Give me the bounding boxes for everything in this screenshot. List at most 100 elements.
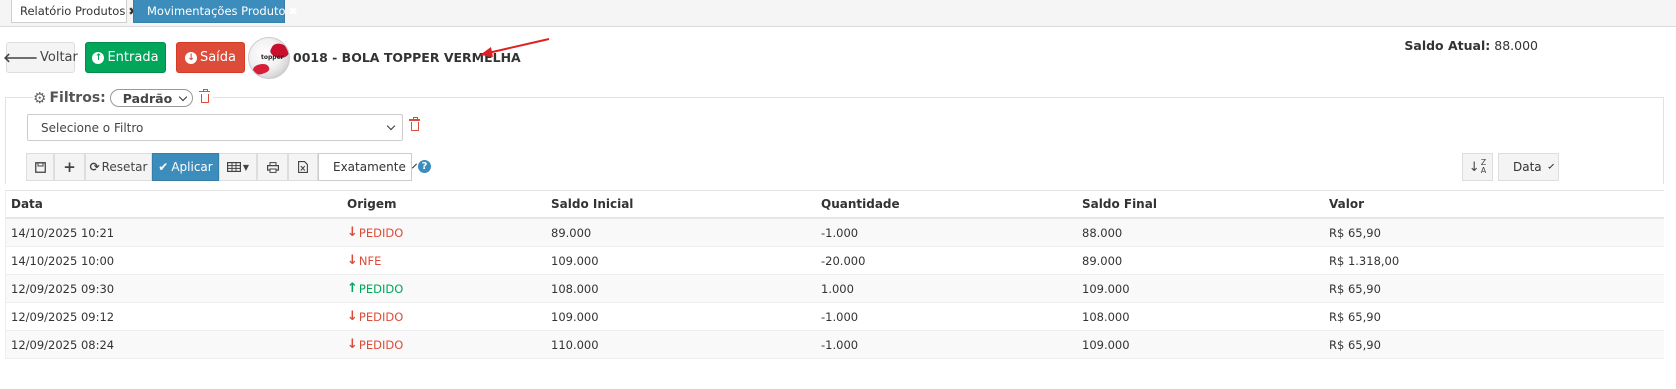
delete-preset-button[interactable] <box>199 88 211 103</box>
cell-origem[interactable]: ↓ NFE <box>347 247 381 274</box>
table-row[interactable]: 12/09/2025 09:30 ↑ PEDIDO 108.000 1.000 1… <box>6 275 1664 303</box>
entrada-button[interactable]: ↑ Entrada <box>85 42 166 73</box>
origem-label: NFE <box>358 253 382 268</box>
filter-title: Filtros: <box>49 90 106 106</box>
add-filter-button[interactable]: + <box>54 153 85 181</box>
saldo-value: 88.000 <box>1494 38 1538 53</box>
apply-button[interactable]: ✔ Aplicar <box>152 153 219 181</box>
print-icon <box>266 161 279 173</box>
annotation-arrow-icon <box>480 38 550 57</box>
cell-quantidade: 1.000 <box>821 281 854 296</box>
arrow-down-icon: ↓ <box>347 309 358 324</box>
cell-data: 14/10/2025 10:21 <box>11 225 115 240</box>
back-label: Voltar <box>40 50 78 65</box>
caret-down-icon: ▼ <box>242 162 250 172</box>
cell-origem[interactable]: ↑ PEDIDO <box>347 275 403 302</box>
refresh-icon: ⟳ <box>89 160 100 174</box>
table-row[interactable]: 14/10/2025 10:21 ↓ PEDIDO 89.000 -1.000 8… <box>6 219 1664 247</box>
match-mode-value: Exatamente <box>333 160 406 174</box>
filter-legend: ⚙ Filtros: Padrão <box>33 88 214 107</box>
table-header: Data Origem Saldo Inicial Quantidade Sal… <box>6 191 1664 219</box>
trash-icon <box>409 117 420 131</box>
column-header-saldo-inicial[interactable]: Saldo Inicial <box>551 191 633 217</box>
chevron-down-icon <box>386 121 396 131</box>
excel-file-icon <box>298 161 308 173</box>
cell-data: 14/10/2025 10:00 <box>11 253 115 268</box>
cell-quantidade: -1.000 <box>821 309 859 324</box>
tab-relatorio-produtos[interactable]: Relatório Produtos ✖ <box>11 0 138 23</box>
tab-bar: Relatório Produtos ✖ Movimentações Produ… <box>0 0 1676 27</box>
cell-saldo-final: 108.000 <box>1082 309 1130 324</box>
save-filter-button[interactable] <box>26 153 54 181</box>
arrow-down-icon: ↓ <box>347 253 358 268</box>
cell-valor: R$ 65,90 <box>1329 309 1381 324</box>
chevron-down-icon <box>1547 162 1554 169</box>
column-header-valor[interactable]: Valor <box>1329 191 1364 217</box>
arrow-down-circle-icon: ↓ <box>184 51 197 64</box>
sort-field-value: Data <box>1513 160 1542 174</box>
cell-data: 12/09/2025 09:30 <box>11 281 115 296</box>
reset-label: Resetar <box>101 160 148 174</box>
help-icon[interactable]: ? <box>418 160 431 173</box>
cell-origem[interactable]: ↓ PEDIDO <box>347 331 403 358</box>
cell-saldo-inicial: 109.000 <box>551 253 599 268</box>
origem-label: PEDIDO <box>358 309 404 324</box>
tab-movimentacoes-produto[interactable]: Movimentações Produto ✖ <box>133 0 298 23</box>
apply-label: Aplicar <box>171 160 213 174</box>
check-icon: ✔ <box>158 160 169 174</box>
origem-label: PEDIDO <box>358 225 404 240</box>
cell-origem[interactable]: ↓ PEDIDO <box>347 303 403 330</box>
cell-saldo-final: 109.000 <box>1082 337 1130 352</box>
filter-preset-value: Padrão <box>122 90 173 106</box>
cell-saldo-final: 89.000 <box>1082 253 1123 268</box>
tab-label: Relatório Produtos <box>20 4 126 18</box>
cell-valor: R$ 1.318,00 <box>1329 253 1400 268</box>
table-icon <box>226 162 241 172</box>
column-header-data[interactable]: Data <box>11 191 43 217</box>
origem-label: PEDIDO <box>358 281 404 296</box>
back-button[interactable]: 🡐 Voltar <box>3 42 78 73</box>
delete-filter-button[interactable] <box>409 117 420 131</box>
table-row[interactable]: 12/09/2025 09:12 ↓ PEDIDO 109.000 -1.000 … <box>6 303 1664 331</box>
arrow-down-icon: ↓ <box>347 337 358 352</box>
chevron-down-icon <box>178 92 188 101</box>
column-header-origem[interactable]: Origem <box>347 191 396 217</box>
match-mode-select[interactable]: Exatamente <box>318 153 417 181</box>
saida-button[interactable]: ↓ Saída <box>176 42 245 73</box>
cell-valor: R$ 65,90 <box>1329 281 1381 296</box>
cell-saldo-inicial: 89.000 <box>551 225 592 240</box>
cell-quantidade: -20.000 <box>821 253 866 268</box>
origem-label: PEDIDO <box>358 337 404 352</box>
trash-icon <box>199 88 211 103</box>
export-excel-button[interactable] <box>288 153 318 181</box>
arrow-left-icon: 🡐 <box>3 50 39 66</box>
plus-icon: + <box>63 158 76 176</box>
close-icon[interactable]: ✖ <box>289 5 298 18</box>
movements-table: Data Origem Saldo Inicial Quantidade Sal… <box>5 190 1664 359</box>
saida-label: Saída <box>199 50 237 65</box>
columns-button[interactable]: ▼ <box>219 153 257 181</box>
product-logo-text: topper <box>261 54 284 61</box>
sort-order-button[interactable]: ↓ ZA <box>1462 153 1493 181</box>
table-row[interactable]: 14/10/2025 10:00 ↓ NFE 109.000 -20.000 89… <box>6 247 1664 275</box>
filter-preset-select[interactable]: Padrão <box>109 89 194 107</box>
table-row[interactable]: 12/09/2025 08:24 ↓ PEDIDO 110.000 -1.000 … <box>6 331 1664 359</box>
entrada-label: Entrada <box>107 50 159 65</box>
arrow-down-icon: ↓ <box>347 225 358 240</box>
product-image: topper <box>248 37 290 79</box>
cell-quantidade: -1.000 <box>821 337 859 352</box>
cell-quantidade: -1.000 <box>821 225 859 240</box>
reset-button[interactable]: ⟳ Resetar <box>85 153 152 181</box>
column-header-quantidade[interactable]: Quantidade <box>821 191 900 217</box>
filter-select[interactable]: Selecione o Filtro <box>27 114 403 141</box>
arrow-up-icon: ↑ <box>347 281 358 296</box>
saldo-label: Saldo Atual: <box>1404 38 1491 53</box>
filter-select-value: Selecione o Filtro <box>41 120 144 135</box>
column-header-saldo-final[interactable]: Saldo Final <box>1082 191 1157 217</box>
print-button[interactable] <box>257 153 288 181</box>
sort-field-select[interactable]: Data <box>1498 153 1559 181</box>
cell-origem[interactable]: ↓ PEDIDO <box>347 219 403 246</box>
cell-valor: R$ 65,90 <box>1329 337 1381 352</box>
arrow-up-circle-icon: ↑ <box>92 51 105 64</box>
floppy-icon <box>34 161 46 173</box>
